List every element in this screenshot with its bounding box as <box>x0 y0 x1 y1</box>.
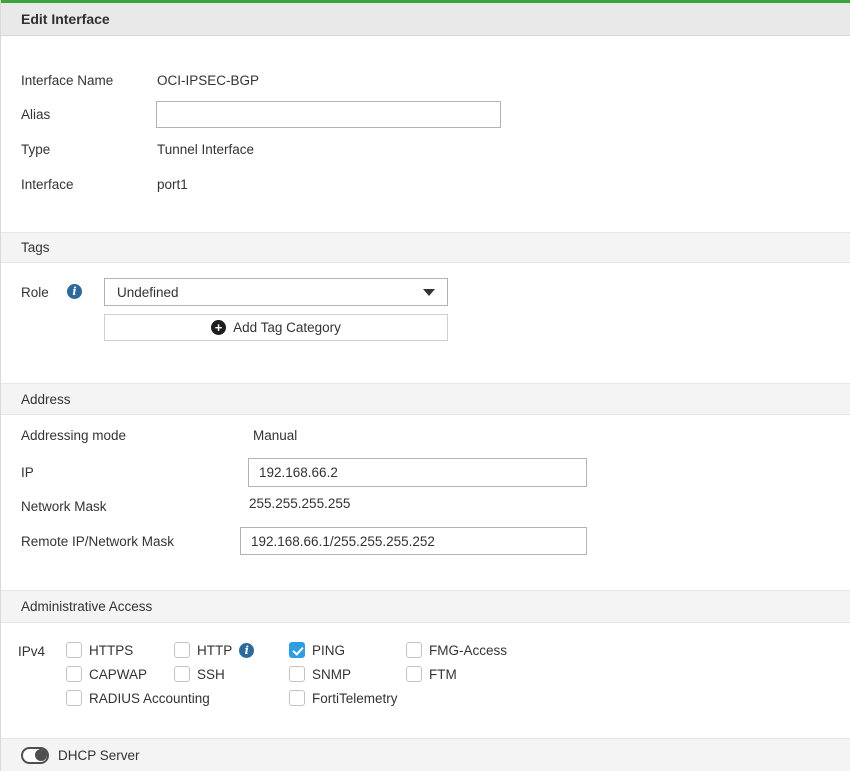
admin-access-section-title: Administrative Access <box>21 599 152 614</box>
checkbox-label: FortiTelemetry <box>312 691 398 706</box>
type-value: Tunnel Interface <box>157 142 254 157</box>
alias-label: Alias <box>21 107 50 122</box>
checkbox-fmg-access[interactable] <box>406 642 422 658</box>
dhcp-server-toggle[interactable] <box>21 747 49 764</box>
dhcp-server-section-header: DHCP Server <box>1 738 850 771</box>
remote-ip-label: Remote IP/Network Mask <box>21 534 174 549</box>
page-title: Edit Interface <box>21 11 110 27</box>
toggle-knob-icon <box>35 749 47 761</box>
checkbox-fortitelemetry[interactable] <box>289 690 305 706</box>
ipv4-label: IPv4 <box>18 644 45 659</box>
type-label: Type <box>21 142 50 157</box>
tags-section-header: Tags <box>1 232 850 263</box>
addressing-mode-value: Manual <box>253 428 297 443</box>
checkbox-label: HTTPS <box>89 643 133 658</box>
checkbox-snmp[interactable] <box>289 666 305 682</box>
admin-access-option-ssh[interactable]: SSH <box>174 666 289 682</box>
network-mask-value: 255.255.255.255 <box>249 496 350 511</box>
checkbox-label: RADIUS Accounting <box>89 691 210 706</box>
checkbox-radius-accounting[interactable] <box>66 690 82 706</box>
page-header: Edit Interface <box>1 3 850 36</box>
interface-name-value: OCI-IPSEC-BGP <box>157 73 259 88</box>
admin-access-section-header: Administrative Access <box>1 590 850 623</box>
role-label: Role <box>21 285 49 300</box>
admin-access-option-https[interactable]: HTTPS <box>66 642 174 658</box>
checkbox-label: SNMP <box>312 667 351 682</box>
dhcp-server-label: DHCP Server <box>58 748 140 763</box>
interface-value: port1 <box>157 177 188 192</box>
admin-access-option-fortitelemetry[interactable]: FortiTelemetry <box>289 690 406 706</box>
checkbox-label: FMG-Access <box>429 643 507 658</box>
remote-ip-input[interactable] <box>240 527 587 555</box>
checkbox-label: HTTP <box>197 643 232 658</box>
role-select[interactable]: Undefined <box>104 278 448 306</box>
checkbox-https[interactable] <box>66 642 82 658</box>
role-select-value: Undefined <box>117 285 179 300</box>
admin-access-option-snmp[interactable]: SNMP <box>289 666 406 682</box>
interface-label: Interface <box>21 177 74 192</box>
checkbox-label: PING <box>312 643 345 658</box>
add-tag-category-button[interactable]: + Add Tag Category <box>104 314 448 341</box>
checkbox-label: FTM <box>429 667 457 682</box>
ip-label: IP <box>21 465 34 480</box>
checkbox-ssh[interactable] <box>174 666 190 682</box>
plus-icon: + <box>211 320 226 335</box>
address-section-title: Address <box>21 392 71 407</box>
ip-input[interactable] <box>248 458 587 487</box>
checkbox-capwap[interactable] <box>66 666 82 682</box>
address-section-header: Address <box>1 383 850 415</box>
interface-name-label: Interface Name <box>21 73 113 88</box>
admin-access-option-fmg-access[interactable]: FMG-Access <box>406 642 840 658</box>
addressing-mode-label: Addressing mode <box>21 428 126 443</box>
edit-interface-page: Edit Interface Interface Name OCI-IPSEC-… <box>0 0 850 771</box>
checkbox-ping[interactable] <box>289 642 305 658</box>
checkbox-ftm[interactable] <box>406 666 422 682</box>
ipv4-access-checkbox-grid: HTTPS HTTP i PING FMG-Access CAPWAP SSH … <box>66 638 840 710</box>
admin-access-option-http[interactable]: HTTP i <box>174 642 289 658</box>
chevron-down-icon <box>423 289 435 296</box>
tags-section-title: Tags <box>21 240 50 255</box>
alias-input[interactable] <box>156 101 501 128</box>
role-info-icon[interactable]: i <box>67 284 82 299</box>
checkbox-http[interactable] <box>174 642 190 658</box>
admin-access-option-ftm[interactable]: FTM <box>406 666 840 682</box>
checkbox-label: SSH <box>197 667 225 682</box>
network-mask-label: Network Mask <box>21 499 107 514</box>
add-tag-category-label: Add Tag Category <box>233 320 341 335</box>
admin-access-option-ping[interactable]: PING <box>289 642 406 658</box>
http-info-icon[interactable]: i <box>239 643 254 658</box>
admin-access-option-capwap[interactable]: CAPWAP <box>66 666 174 682</box>
admin-access-option-radius-accounting[interactable]: RADIUS Accounting <box>66 690 174 706</box>
checkbox-label: CAPWAP <box>89 667 147 682</box>
